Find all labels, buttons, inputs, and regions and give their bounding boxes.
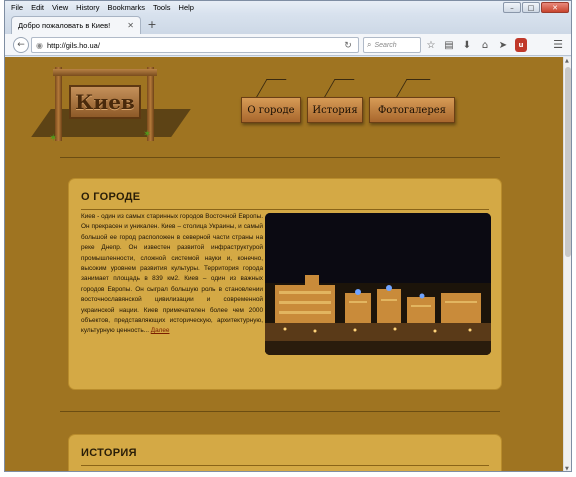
nav-history[interactable]: История	[307, 97, 363, 123]
menu-help[interactable]: Help	[179, 3, 194, 12]
hanger-line	[323, 79, 355, 99]
about-title: О ГОРОДЕ	[81, 191, 141, 203]
home-icon[interactable]: ⌂	[479, 38, 491, 52]
menu-edit[interactable]: Edit	[31, 3, 44, 12]
more-link[interactable]: Далее	[151, 327, 170, 334]
url-bar[interactable]: ◉ http://gils.ho.ua/ ↻	[31, 37, 359, 53]
scroll-thumb[interactable]	[565, 67, 571, 257]
divider	[60, 411, 500, 412]
back-button[interactable]: ←	[13, 37, 29, 53]
about-rule	[81, 209, 489, 210]
maximize-button[interactable]: □	[522, 2, 540, 13]
history-panel: ИСТОРИЯ	[69, 435, 501, 471]
minimize-button[interactable]: –	[503, 2, 521, 13]
nav-gallery[interactable]: Фотогалерея	[369, 97, 455, 123]
download-icon[interactable]: ⬇	[461, 38, 473, 52]
city-illustration	[265, 213, 491, 355]
send-icon[interactable]: ➤	[497, 38, 509, 52]
toolbar-icons: ☆ ▤ ⬇ ⌂ ➤ u	[425, 38, 527, 52]
sign-post-left	[55, 67, 62, 141]
menu-view[interactable]: View	[52, 3, 68, 12]
about-panel: О ГОРОДЕ Киев - один из самых старинных …	[69, 179, 501, 389]
hamburger-menu-icon[interactable]: ☰	[553, 38, 563, 51]
reload-icon[interactable]: ↻	[342, 40, 354, 51]
ublock-icon[interactable]: u	[515, 38, 527, 52]
scroll-down-icon[interactable]: ▼	[565, 466, 569, 471]
page-viewport: Киев ✶ ✶ О городе История Фотогалерея О …	[5, 57, 563, 471]
vertical-scrollbar[interactable]: ▲ ▼	[563, 57, 571, 471]
logo-board: Киев	[69, 85, 141, 119]
sign-crossbar	[53, 69, 157, 76]
site-logo[interactable]: Киев ✶ ✶	[31, 65, 191, 145]
history-title: ИСТОРИЯ	[81, 447, 137, 459]
kiev-night-photo	[265, 213, 491, 355]
nav-about[interactable]: О городе	[241, 97, 301, 123]
search-input[interactable]: ⌕ Search	[363, 37, 421, 53]
about-text: Киев - один из самых старинных городов В…	[81, 212, 263, 337]
close-window-button[interactable]: ✕	[541, 2, 569, 13]
search-icon: ⌕	[367, 40, 372, 49]
browser-window: File Edit View History Bookmarks Tools H…	[4, 0, 572, 472]
reading-list-icon[interactable]: ▤	[443, 38, 455, 52]
tab-close-icon[interactable]: ✕	[127, 21, 134, 30]
url-text: http://gils.ho.ua/	[46, 40, 100, 50]
site-identity-icon[interactable]: ◉	[36, 41, 43, 50]
logo-text: Киев	[75, 90, 135, 114]
divider	[60, 157, 500, 158]
menu-file[interactable]: File	[11, 3, 23, 12]
grass-icon: ✶	[49, 133, 58, 144]
tab-title: Добро пожаловать в Киев!	[18, 21, 111, 30]
hanger-line	[255, 79, 287, 99]
about-paragraph: Киев - один из самых старинных городов В…	[81, 213, 263, 335]
bookmark-star-icon[interactable]: ☆	[425, 38, 437, 52]
tab-bar: Добро пожаловать в Киев! ✕ +	[5, 14, 571, 34]
grass-icon: ✶	[143, 129, 152, 140]
menu-bookmarks[interactable]: Bookmarks	[108, 3, 146, 12]
navigation-bar: ← ◉ http://gils.ho.ua/ ↻ ⌕ Search ☆ ▤ ⬇ …	[5, 34, 571, 56]
history-rule	[81, 465, 489, 466]
scroll-up-icon[interactable]: ▲	[565, 58, 569, 64]
tab-active[interactable]: Добро пожаловать в Киев! ✕	[11, 16, 141, 34]
hanger-line	[395, 79, 431, 99]
new-tab-button[interactable]: +	[145, 18, 159, 31]
window-controls: – □ ✕	[503, 2, 569, 13]
menu-tools[interactable]: Tools	[153, 3, 171, 12]
search-placeholder: Search	[374, 41, 397, 49]
menu-history[interactable]: History	[76, 3, 99, 12]
menu-bar: File Edit View History Bookmarks Tools H…	[5, 1, 571, 14]
